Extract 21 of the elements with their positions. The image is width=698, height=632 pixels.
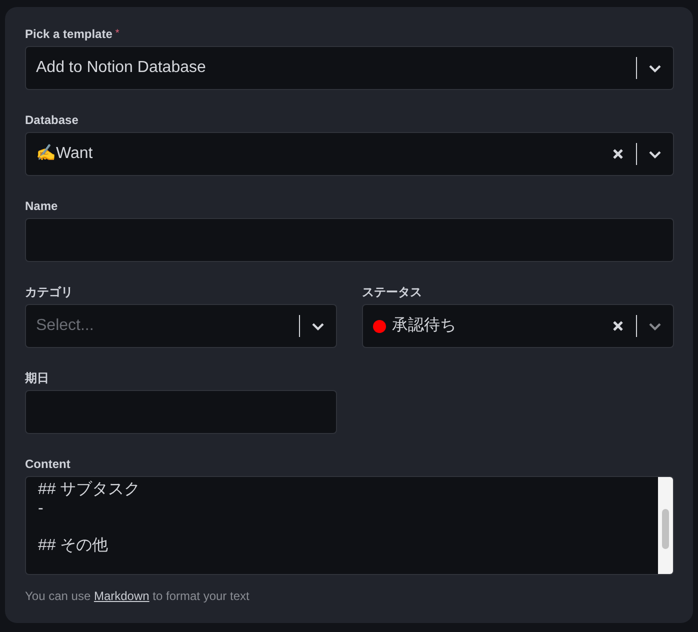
input-field[interactable] [25, 390, 337, 434]
field-label: Content [25, 457, 70, 471]
field-label: Database [25, 113, 78, 127]
input-field[interactable] [25, 218, 674, 262]
select-value: Add to Notion Database [36, 58, 206, 78]
markdown-link[interactable]: Markdown [94, 589, 150, 603]
select-field[interactable]: Add to Notion Database [25, 46, 674, 90]
field-label: 期日 [25, 371, 49, 385]
select-placeholder: Select... [36, 316, 94, 336]
field-label: Name [25, 199, 58, 213]
select-field[interactable]: 承認待ち [362, 304, 674, 348]
field-label: ステータス [362, 285, 422, 299]
select-field[interactable]: Select... [25, 304, 337, 348]
required-mark: * [115, 28, 120, 39]
select-value: ✍Want [36, 143, 93, 164]
select-value: 承認待ち [392, 316, 456, 336]
field-label: Pick a template [25, 27, 112, 41]
scrollbar[interactable] [658, 477, 673, 574]
field-label: カテゴリ [25, 285, 73, 299]
select-field[interactable]: ✍Want [25, 132, 674, 176]
help-text: You can use Markdown to format your text [25, 589, 250, 603]
